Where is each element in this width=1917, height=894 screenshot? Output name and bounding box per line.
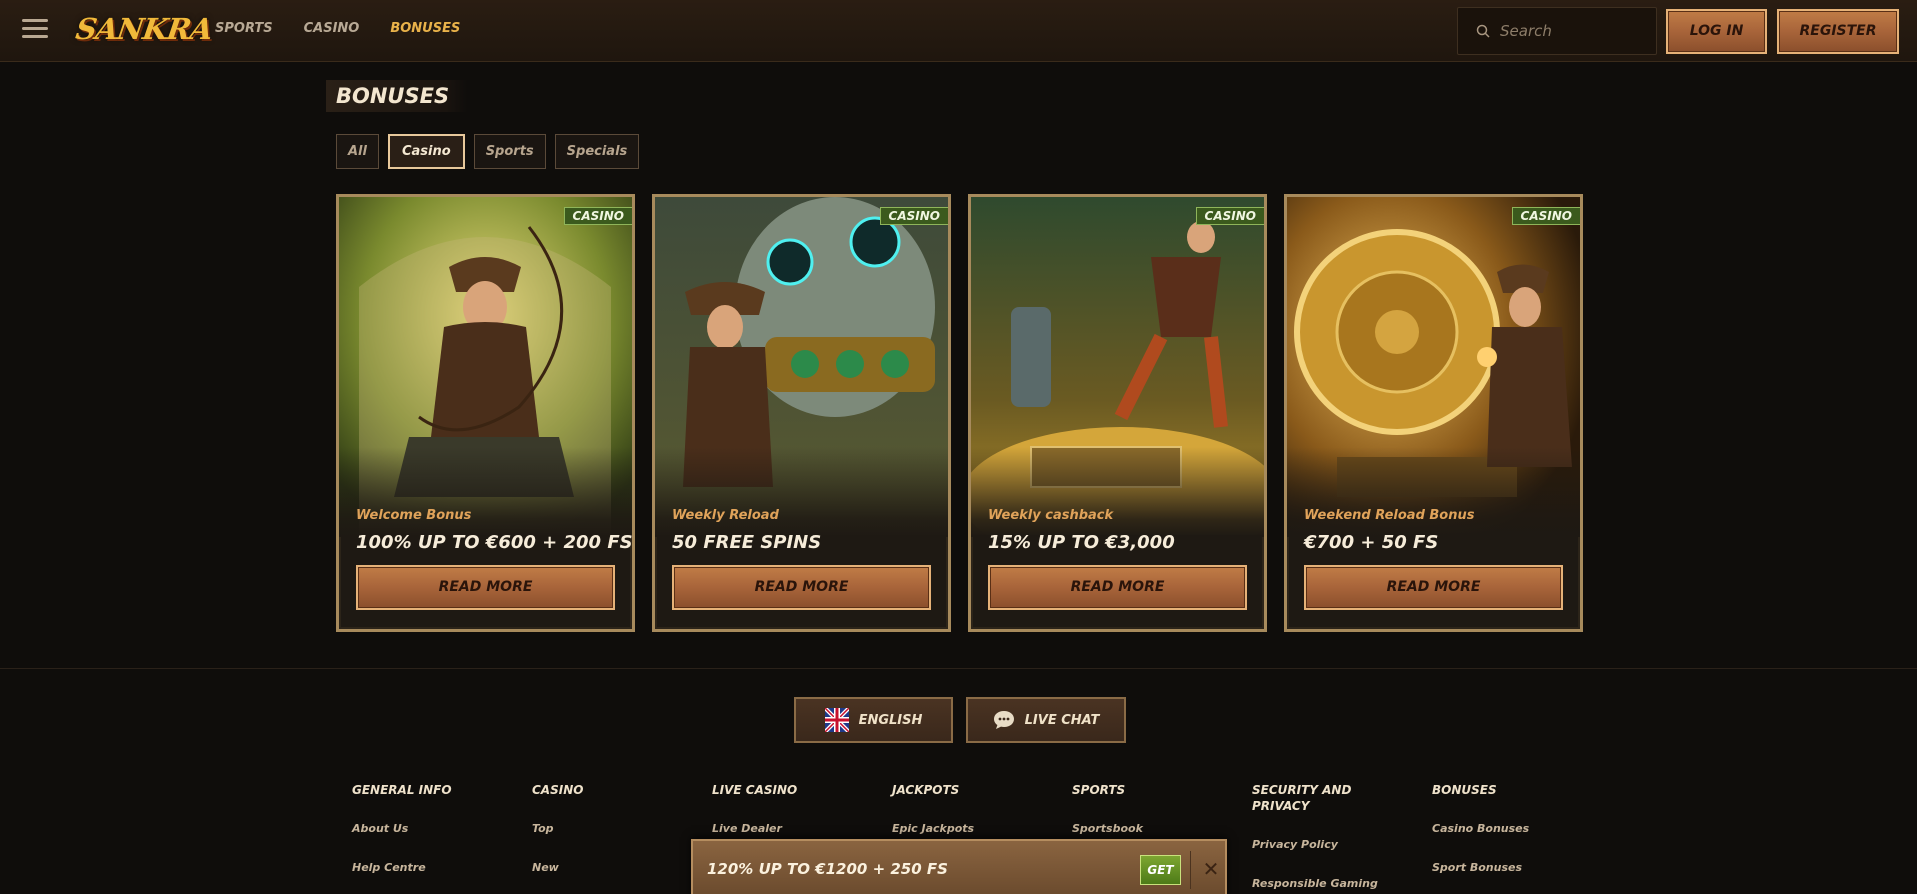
site-logo[interactable]: SANKRA: [74, 12, 215, 46]
filter-casino[interactable]: Casino: [387, 134, 465, 169]
live-chat-label: LIVE CHAT: [1024, 712, 1100, 728]
section-divider: [0, 668, 1917, 669]
top-header: SANKRA SPORTS CASINO BONUSES LOG IN REGI…: [0, 0, 1917, 62]
bonus-subtitle: Weekly cashback: [988, 508, 1114, 523]
footer-link-new[interactable]: New: [532, 861, 712, 874]
card-fade: [339, 447, 632, 537]
search-icon: [1476, 24, 1490, 38]
bonus-headline: 50 FREE SPINS: [672, 532, 822, 553]
footer-col-title: GENERAL INFO: [352, 783, 452, 797]
bonus-headline: €700 + 50 FS: [1304, 532, 1439, 553]
category-badge: CASINO: [1511, 207, 1580, 225]
card-fade: [655, 447, 948, 537]
language-button[interactable]: ENGLISH: [794, 697, 953, 743]
bonus-headline: 15% UP TO €3,000: [988, 532, 1175, 553]
filter-sports[interactable]: Sports: [473, 134, 546, 169]
chat-bubble-icon: [993, 711, 1014, 729]
search-box: [1457, 7, 1657, 55]
read-more-button[interactable]: READ MORE: [1304, 565, 1563, 610]
bonus-card[interactable]: CASINO Weekend Reload Bonus €700 + 50 FS…: [1284, 194, 1583, 632]
read-more-button[interactable]: READ MORE: [356, 565, 615, 610]
promo-text: 120% UP TO €1200 + 250 FS: [707, 860, 948, 878]
promo-bar: 120% UP TO €1200 + 250 FS GET ✕: [691, 839, 1227, 894]
search-input[interactable]: [1500, 8, 1650, 54]
card-fade: [1287, 447, 1580, 537]
footer-col-casino: CASINO Top New: [532, 782, 712, 890]
bonus-headline: 100% UP TO €600 + 200 FS: [356, 532, 633, 553]
footer-link-casino-bonuses[interactable]: Casino Bonuses: [1432, 822, 1612, 835]
filter-specials[interactable]: Specials: [554, 134, 640, 169]
footer-col-title: JACKPOTS: [892, 783, 960, 797]
footer-col-title: CASINO: [532, 783, 584, 797]
footer-link-help-centre[interactable]: Help Centre: [352, 861, 532, 874]
footer-link-top[interactable]: Top: [532, 822, 712, 835]
footer-col-title: SECURITY AND PRIVACY: [1252, 783, 1352, 813]
footer-link-epic-jackpots[interactable]: Epic Jackpots: [892, 822, 1072, 835]
bonus-card[interactable]: CASINO Weekly cashback 15% UP TO €3,000 …: [968, 194, 1267, 632]
main-nav: SPORTS CASINO BONUSES: [215, 21, 460, 36]
bonus-filters: All Casino Sports Specials: [336, 134, 640, 169]
hamburger-menu-icon[interactable]: [22, 19, 48, 41]
footer-link-sport-bonuses[interactable]: Sport Bonuses: [1432, 861, 1612, 874]
live-chat-button[interactable]: LIVE CHAT: [966, 697, 1126, 743]
footer-col-bonuses: BONUSES Casino Bonuses Sport Bonuses: [1432, 782, 1612, 890]
footer-col-security: SECURITY AND PRIVACY Privacy Policy Resp…: [1252, 782, 1432, 890]
footer-link-sportsbook[interactable]: Sportsbook: [1072, 822, 1252, 835]
read-more-button[interactable]: READ MORE: [672, 565, 931, 610]
close-icon[interactable]: ✕: [1200, 855, 1222, 883]
read-more-button[interactable]: READ MORE: [988, 565, 1247, 610]
category-badge: CASINO: [879, 207, 948, 225]
uk-flag-icon: [824, 708, 849, 732]
register-button[interactable]: REGISTER: [1777, 9, 1899, 54]
footer-col-title: SPORTS: [1072, 783, 1126, 797]
category-badge: CASINO: [1195, 207, 1264, 225]
filter-all[interactable]: All: [336, 134, 379, 169]
get-bonus-button[interactable]: GET: [1140, 855, 1181, 885]
footer-link-responsible-gaming[interactable]: Responsible Gaming: [1252, 877, 1432, 890]
footer-col-general-info: GENERAL INFO About Us Help Centre: [352, 782, 532, 890]
nav-bonuses[interactable]: BONUSES: [390, 21, 460, 36]
footer-link-about-us[interactable]: About Us: [352, 822, 532, 835]
footer-col-title: BONUSES: [1432, 783, 1497, 797]
bonus-card[interactable]: CASINO Welcome Bonus 100% UP TO €600 + 2…: [336, 194, 635, 632]
promo-separator: [1190, 851, 1191, 889]
bonus-subtitle: Welcome Bonus: [356, 508, 472, 523]
page-title: BONUSES: [326, 80, 468, 112]
bonus-subtitle: Weekly Reload: [672, 508, 779, 523]
category-badge: CASINO: [563, 207, 632, 225]
nav-casino[interactable]: CASINO: [304, 21, 360, 36]
card-fade: [971, 447, 1264, 537]
footer-col-title: LIVE CASINO: [712, 783, 798, 797]
language-label: ENGLISH: [858, 712, 923, 728]
bonus-card[interactable]: CASINO Weekly Reload 50 FREE SPINS READ …: [652, 194, 951, 632]
login-button[interactable]: LOG IN: [1666, 9, 1767, 54]
footer-link-live-dealer[interactable]: Live Dealer: [712, 822, 892, 835]
bonus-subtitle: Weekend Reload Bonus: [1304, 508, 1475, 523]
bonus-cards: CASINO Welcome Bonus 100% UP TO €600 + 2…: [336, 194, 1583, 632]
nav-sports[interactable]: SPORTS: [215, 21, 273, 36]
footer-link-privacy-policy[interactable]: Privacy Policy: [1252, 838, 1432, 851]
